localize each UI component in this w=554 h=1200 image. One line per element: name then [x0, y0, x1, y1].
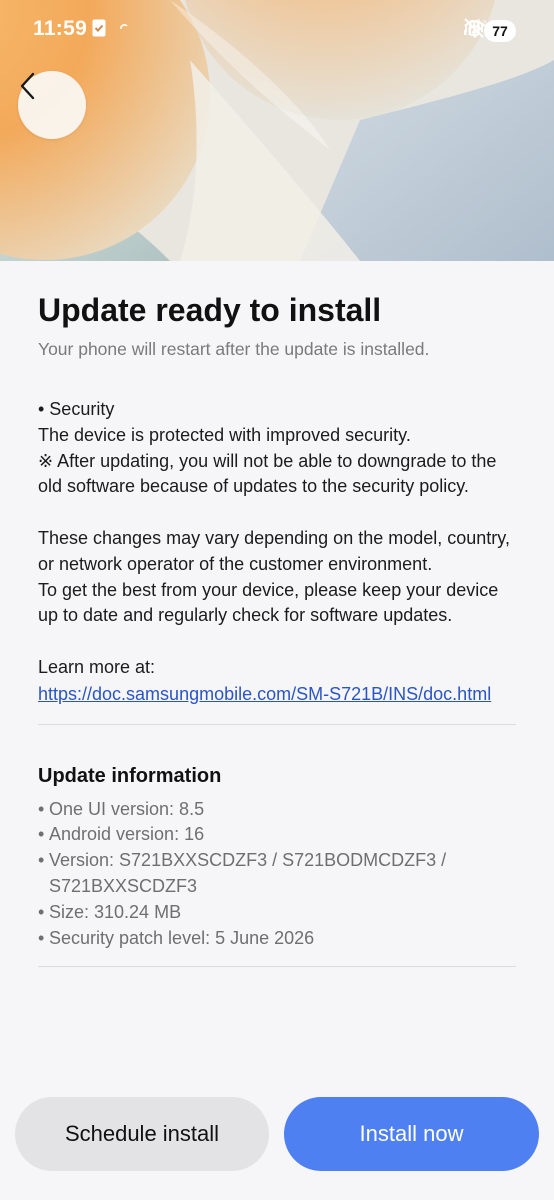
release-notes: • Security The device is protected with …	[38, 397, 516, 708]
learn-more-link[interactable]: https://doc.samsungmobile.com/SM-S721B/I…	[38, 684, 491, 704]
update-info-list: One UI version: 8.5 Android version: 16 …	[38, 797, 516, 952]
info-oneui-version: One UI version: 8.5	[38, 797, 516, 823]
release-note-line: The device is protected with improved se…	[38, 424, 411, 445]
update-details: Update ready to install Your phone will …	[0, 261, 554, 968]
back-button[interactable]	[18, 71, 86, 139]
install-now-button[interactable]: Install now	[284, 1097, 539, 1171]
status-bar: 11:59 5 77	[0, 0, 554, 60]
status-icons: 5 77	[463, 18, 516, 44]
release-note-heading: • Security	[38, 399, 115, 419]
release-note-warning: ※ After updating, you will not be able t…	[38, 450, 497, 497]
info-android-version: Android version: 16	[38, 822, 516, 848]
update-info-heading: Update information	[38, 764, 222, 787]
schedule-install-button[interactable]: Schedule install	[15, 1097, 269, 1171]
learn-more-label: Learn more at:	[38, 656, 156, 677]
restart-note: Your phone will restart after the update…	[38, 339, 430, 359]
divider	[38, 723, 516, 725]
header-wallpaper: 11:59 5 77	[0, 0, 554, 261]
disclaimer-text: These changes may vary depending on the …	[38, 527, 510, 574]
info-build-version: Version: S721BXXSCDZF3 / S721BODMCDZF3 /…	[38, 848, 516, 900]
info-size: Size: 310.24 MB	[38, 900, 516, 926]
status-time: 11:59	[33, 17, 88, 40]
svg-text:5: 5	[483, 20, 487, 27]
recommendation-text: To get the best from your device, please…	[38, 579, 499, 626]
divider	[38, 966, 516, 968]
info-security-patch: Security patch level: 5 June 2026	[38, 926, 516, 952]
page-title: Update ready to install	[38, 292, 382, 328]
